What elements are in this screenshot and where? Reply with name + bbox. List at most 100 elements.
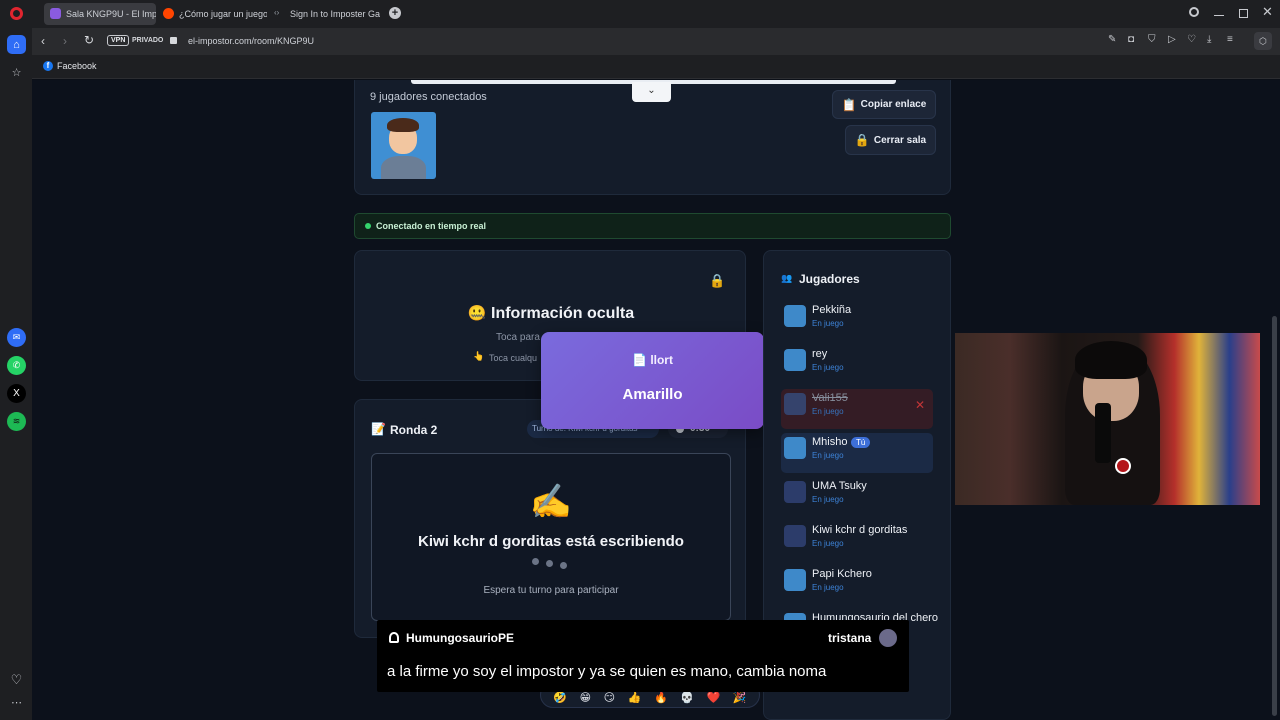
laugh-emoji-icon[interactable]: 🤣 [553, 691, 567, 704]
bookmarks-bar: f Facebook [32, 55, 1280, 79]
list-item[interactable]: Pekkiña En juego [781, 301, 933, 341]
address-bar: ‹ › ↻ VPN PRIVADO el-impostor.com/room/K… [32, 28, 1280, 55]
edit-icon[interactable]: ✎ [1108, 34, 1116, 45]
back-icon[interactable]: ‹ [41, 34, 45, 48]
avatar [784, 349, 806, 371]
hidden-info-hint: Toca para [496, 332, 540, 343]
writing-area: ✍️ Kiwi kchr d gorditas está escribiendo… [371, 453, 731, 621]
close-room-button[interactable]: 🔒 Cerrar sala [845, 125, 936, 155]
avatar [784, 525, 806, 547]
user-icon [389, 632, 399, 643]
microphone [1095, 403, 1111, 463]
list-item-self[interactable]: Mhisho Tú En juego [781, 433, 933, 473]
restore-icon[interactable] [1239, 9, 1248, 18]
spotify-icon[interactable]: ≋ [7, 412, 26, 431]
search-tabs-icon[interactable] [1189, 7, 1199, 17]
collapse-toggle-button[interactable]: ⌄ [632, 82, 671, 102]
grin-emoji-icon[interactable]: 😁 [580, 691, 591, 704]
play-icon[interactable]: ▷ [1168, 34, 1176, 45]
hidden-info-title-row: 🤐 Información oculta [355, 304, 747, 323]
thumbs-up-emoji-icon[interactable]: 👍 [628, 691, 642, 704]
list-item[interactable]: Kiwi kchr d gorditas En juego [781, 521, 933, 561]
copy-link-button[interactable]: 📋 Copiar enlace [832, 90, 936, 119]
tab-como-jugar[interactable]: ¿Cómo jugar un juego tipo... [157, 3, 267, 25]
menu-icon[interactable]: ≡ [1227, 34, 1233, 45]
you-badge: Tú [851, 437, 871, 448]
status-dot-icon [365, 223, 371, 229]
zipper-face-icon: 🤐 [467, 305, 487, 322]
webcam-overlay [955, 333, 1260, 505]
wait-message: Espera tu turno para participar [483, 585, 619, 596]
heart-icon[interactable]: ♡ [7, 670, 26, 689]
close-window-icon[interactable]: ✕ [1262, 4, 1273, 20]
reload-icon[interactable]: ↻ [84, 33, 94, 47]
browser-sidebar: ⌂ ☆ ✉ ✆ X ≋ ♡ ⋯ [0, 28, 32, 720]
eliminated-x-icon: ✕ [915, 398, 926, 412]
speed-dial-star-icon[interactable]: ☆ [7, 63, 26, 82]
home-icon[interactable]: ⌂ [7, 35, 26, 54]
lock-icon: 🔒 [854, 133, 870, 147]
pointing-hand-icon: 👆 [473, 351, 485, 361]
fire-emoji-icon[interactable]: 🔥 [654, 691, 668, 704]
camera-icon[interactable]: ◘ [1128, 34, 1134, 45]
reddit-favicon-icon [163, 8, 174, 19]
streamer-hair [1075, 341, 1147, 379]
avatar [784, 437, 806, 459]
code-favicon-icon: ‹› [274, 8, 280, 17]
avatar [371, 112, 436, 179]
memo-icon: 📝 [371, 422, 386, 436]
word-reveal-popup[interactable]: 📄 llort Amarillo [541, 332, 764, 429]
avatar [784, 393, 806, 415]
heart-emoji-icon[interactable]: ❤️ [707, 691, 721, 704]
memo-icon: 📄 [632, 353, 647, 367]
forward-icon[interactable]: › [63, 34, 67, 48]
lock-icon [170, 37, 177, 44]
chat-streamer: tristana [828, 631, 872, 645]
tab-sala[interactable]: Sala KNGP9U - El Impostor [44, 3, 156, 25]
app-favicon-icon [50, 8, 61, 19]
list-item[interactable]: UMA Tsuky En juego [781, 477, 933, 517]
avatar [784, 305, 806, 327]
private-label: PRIVADO [132, 37, 164, 44]
new-tab-icon[interactable]: + [389, 7, 401, 19]
skull-emoji-icon[interactable]: 💀 [680, 691, 694, 704]
whatsapp-icon[interactable]: ✆ [7, 356, 26, 375]
clipboard-icon: 📋 [841, 97, 857, 112]
minimize-icon[interactable] [1214, 15, 1224, 16]
lock-icon: 🔒 [709, 273, 726, 288]
shirt-logo [1115, 458, 1131, 474]
page-content: 9 jugadores conectados 📋 Copiar enlace 🔒… [32, 80, 1280, 720]
more-icon[interactable]: ⋯ [7, 693, 26, 712]
party-emoji-icon[interactable]: 🎉 [733, 691, 747, 704]
list-item-eliminated[interactable]: Vali155 En juego ✕ [781, 389, 933, 429]
writing-status: Kiwi kchr d gorditas está escribiendo [418, 533, 684, 550]
smirk-emoji-icon[interactable]: 😏 [604, 691, 615, 704]
shield-icon[interactable]: ⛉ [1148, 34, 1156, 45]
url-field[interactable]: el-impostor.com/room/KNGP9U [188, 36, 314, 46]
list-item[interactable]: Papi Kchero En juego [781, 565, 933, 605]
popup-word: Amarillo [622, 386, 683, 403]
page-scrollbar[interactable] [1272, 316, 1277, 716]
round-title: Ronda 2 [390, 423, 438, 437]
browser-tab-bar: Sala KNGP9U - El Impostor ¿Cómo jugar un… [0, 0, 1280, 28]
writing-hand-icon: ✍️ [529, 483, 573, 521]
bookmark-facebook[interactable]: f Facebook [43, 61, 97, 71]
x-twitter-icon[interactable]: X [7, 384, 26, 403]
opera-logo-icon[interactable] [10, 7, 23, 20]
messenger-icon[interactable]: ✉ [7, 328, 26, 347]
tab-sign-in[interactable]: ‹› Sign In to Imposter Game [268, 3, 380, 25]
hidden-info-hint-2: Toca cualqu [489, 353, 538, 363]
realtime-status-bar: Conectado en tiempo real [354, 213, 951, 239]
extensions-icon[interactable]: ⬡ [1254, 32, 1272, 50]
download-icon[interactable]: ⤓ [1207, 34, 1211, 45]
round-card: 📝 Ronda 2 Turno de: Kiwi kchr d gorditas… [354, 399, 746, 638]
facebook-icon: f [43, 61, 53, 71]
vpn-badge[interactable]: VPN [107, 35, 130, 46]
favorite-heart-icon[interactable]: ♡ [1187, 34, 1196, 45]
chat-username: HumungosaurioPE [406, 631, 515, 645]
list-item[interactable]: rey En juego [781, 345, 933, 385]
hidden-info-title: Información oculta [491, 305, 635, 322]
connected-count: 9 jugadores conectados [370, 91, 487, 103]
chat-message: a la firme yo soy el impostor y ya se qu… [387, 663, 827, 680]
typing-dots-icon [532, 558, 572, 570]
